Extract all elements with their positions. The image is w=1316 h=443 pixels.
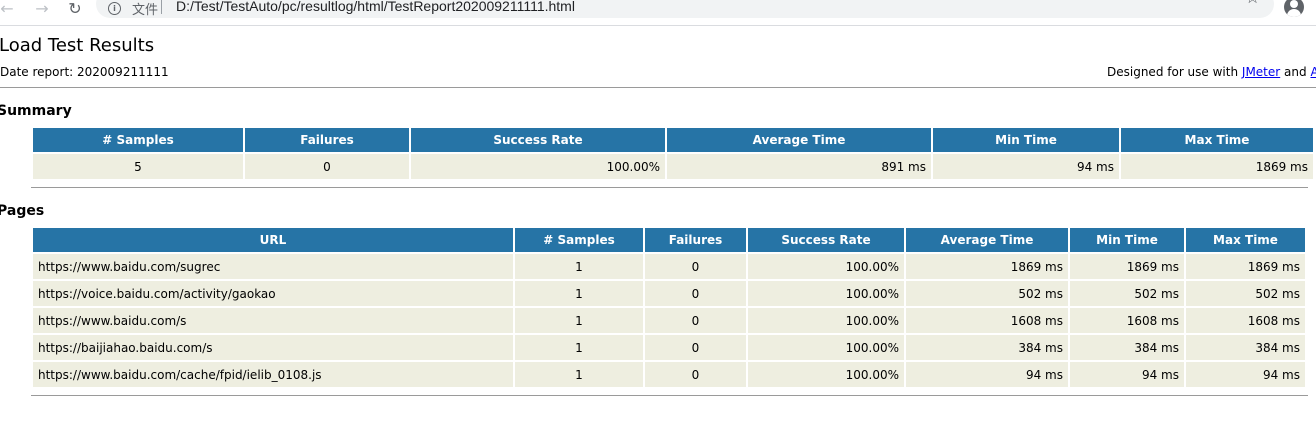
page-title: Load Test Results bbox=[0, 35, 155, 56]
page-samples: 1 bbox=[515, 281, 643, 306]
page-min-time: 1608 ms bbox=[1070, 308, 1184, 333]
table-row: https://www.baidu.com/s 1 0 100.00% 1608… bbox=[33, 308, 1305, 333]
pages-header-row: URL # Samples Failures Success Rate Aver… bbox=[33, 228, 1305, 252]
pages-header: Min Time bbox=[1070, 228, 1184, 252]
summary-header: Success Rate bbox=[411, 128, 665, 152]
browser-toolbar: ← → ↻ i 文件 D:/Test/TestAuto/pc/resultlog… bbox=[0, 0, 1316, 26]
page-average-time: 94 ms bbox=[906, 362, 1068, 387]
pages-header: URL bbox=[33, 228, 513, 252]
second-link[interactable]: A bbox=[1310, 65, 1316, 79]
forward-arrow-icon[interactable]: → bbox=[33, 0, 51, 18]
page-success-rate: 100.00% bbox=[748, 335, 904, 360]
divider-summary bbox=[31, 187, 1308, 188]
table-row: https://voice.baidu.com/activity/gaokao … bbox=[33, 281, 1305, 306]
page-failures: 0 bbox=[645, 254, 746, 279]
pages-header: Average Time bbox=[906, 228, 1068, 252]
summary-title: Summary bbox=[0, 103, 72, 119]
page-min-time: 502 ms bbox=[1070, 281, 1184, 306]
page-failures: 0 bbox=[645, 335, 746, 360]
summary-table: # Samples Failures Success Rate Average … bbox=[31, 126, 1315, 181]
page-average-time: 502 ms bbox=[906, 281, 1068, 306]
address-bar[interactable]: i 文件 D:/Test/TestAuto/pc/resultlog/html/… bbox=[96, 0, 1274, 18]
page-url: https://voice.baidu.com/activity/gaokao bbox=[33, 281, 513, 306]
reload-icon[interactable]: ↻ bbox=[66, 0, 84, 18]
page-min-time: 94 ms bbox=[1070, 362, 1184, 387]
page-success-rate: 100.00% bbox=[748, 308, 904, 333]
date-report: Date report: 202009211111 bbox=[0, 65, 169, 79]
page-success-rate: 100.00% bbox=[748, 362, 904, 387]
page-samples: 1 bbox=[515, 254, 643, 279]
page-url: https://www.baidu.com/s bbox=[33, 308, 513, 333]
summary-header: Max Time bbox=[1121, 128, 1313, 152]
page-max-time: 94 ms bbox=[1186, 362, 1305, 387]
page-max-time: 1869 ms bbox=[1186, 254, 1305, 279]
divider-top bbox=[0, 87, 1316, 88]
star-icon[interactable]: ☆ bbox=[1245, 0, 1260, 8]
pages-header: Failures bbox=[645, 228, 746, 252]
page-failures: 0 bbox=[645, 308, 746, 333]
page-samples: 1 bbox=[515, 308, 643, 333]
page-failures: 0 bbox=[645, 362, 746, 387]
url-separator bbox=[161, 0, 162, 14]
page-max-time: 384 ms bbox=[1186, 335, 1305, 360]
page-max-time: 502 ms bbox=[1186, 281, 1305, 306]
summary-average-time: 891 ms bbox=[667, 154, 931, 179]
summary-header: Average Time bbox=[667, 128, 931, 152]
table-row: https://www.baidu.com/sugrec 1 0 100.00%… bbox=[33, 254, 1305, 279]
summary-failures: 0 bbox=[245, 154, 409, 179]
page-min-time: 1869 ms bbox=[1070, 254, 1184, 279]
page-samples: 1 bbox=[515, 362, 643, 387]
page-average-time: 384 ms bbox=[906, 335, 1068, 360]
pages-table: URL # Samples Failures Success Rate Aver… bbox=[31, 226, 1307, 389]
summary-header: Min Time bbox=[933, 128, 1119, 152]
back-arrow-icon[interactable]: ← bbox=[0, 0, 16, 18]
summary-header: # Samples bbox=[33, 128, 243, 152]
table-row: 5 0 100.00% 891 ms 94 ms 1869 ms bbox=[33, 154, 1313, 179]
summary-min-time: 94 ms bbox=[933, 154, 1119, 179]
page-failures: 0 bbox=[645, 281, 746, 306]
pages-header: Success Rate bbox=[748, 228, 904, 252]
page-success-rate: 100.00% bbox=[748, 254, 904, 279]
security-label: 文件 bbox=[132, 3, 159, 18]
account-icon[interactable] bbox=[1284, 0, 1304, 17]
page-min-time: 384 ms bbox=[1070, 335, 1184, 360]
info-icon[interactable]: i bbox=[108, 2, 121, 15]
page-max-time: 1608 ms bbox=[1186, 308, 1305, 333]
page-samples: 1 bbox=[515, 335, 643, 360]
page-success-rate: 100.00% bbox=[748, 281, 904, 306]
designed-for-note: Designed for use with JMeter and A bbox=[1107, 65, 1316, 79]
page-average-time: 1869 ms bbox=[906, 254, 1068, 279]
summary-samples: 5 bbox=[33, 154, 243, 179]
jmeter-link[interactable]: JMeter bbox=[1242, 65, 1280, 79]
divider-pages bbox=[31, 395, 1308, 396]
summary-success-rate: 100.00% bbox=[411, 154, 665, 179]
pages-header: Max Time bbox=[1186, 228, 1305, 252]
table-row: https://www.baidu.com/cache/fpid/ielib_0… bbox=[33, 362, 1305, 387]
page-url: https://www.baidu.com/cache/fpid/ielib_0… bbox=[33, 362, 513, 387]
table-row: https://baijiahao.baidu.com/s 1 0 100.00… bbox=[33, 335, 1305, 360]
summary-header-row: # Samples Failures Success Rate Average … bbox=[33, 128, 1313, 152]
url-text[interactable]: D:/Test/TestAuto/pc/resultlog/html/TestR… bbox=[176, 0, 575, 14]
page-average-time: 1608 ms bbox=[906, 308, 1068, 333]
page-url: https://baijiahao.baidu.com/s bbox=[33, 335, 513, 360]
designed-prefix: Designed for use with bbox=[1107, 65, 1239, 79]
pages-title: Pages bbox=[0, 203, 45, 219]
designed-and: and bbox=[1284, 65, 1307, 79]
pages-header: # Samples bbox=[515, 228, 643, 252]
summary-header: Failures bbox=[245, 128, 409, 152]
page-url: https://www.baidu.com/sugrec bbox=[33, 254, 513, 279]
summary-max-time: 1869 ms bbox=[1121, 154, 1313, 179]
